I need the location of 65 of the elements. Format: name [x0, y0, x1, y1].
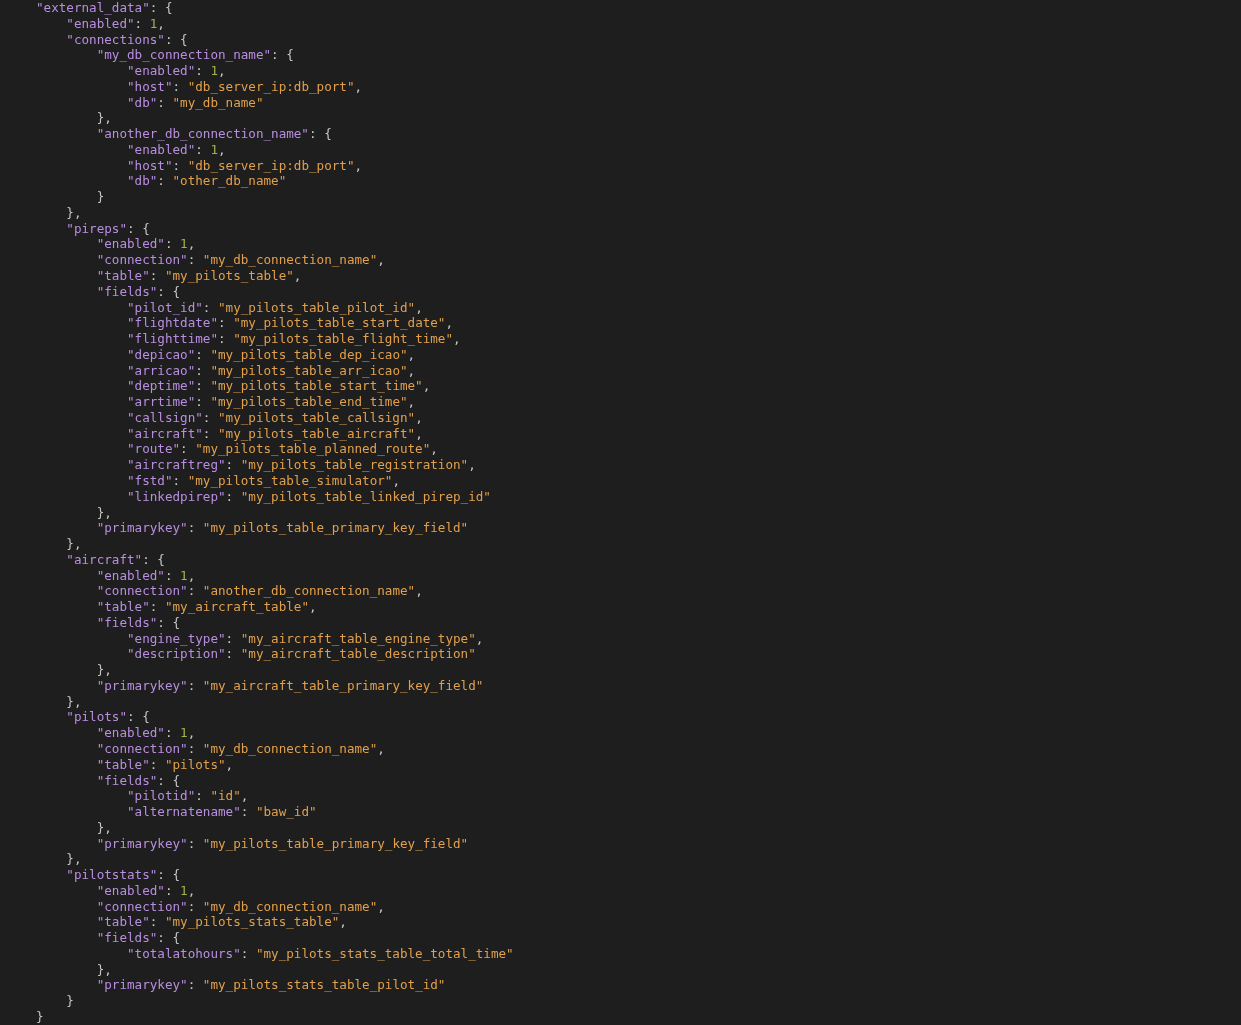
code-line: "fields": {: [96, 772, 181, 788]
code-line: }: [36, 1009, 44, 1024]
code-line: "enabled": 1,: [96, 725, 196, 741]
code-line: "alternatename": "baw_id": [127, 804, 317, 820]
code-line: },: [66, 851, 82, 867]
code-line: "deptime": "my_pilots_table_start_time",: [127, 378, 431, 394]
code-line: "pilotstats": {: [66, 867, 181, 883]
code-line: "table": "my_aircraft_table",: [96, 599, 317, 615]
code-line: "enabled": 1,: [127, 63, 226, 79]
code-line: "aircraft": "my_pilots_table_aircraft",: [127, 425, 423, 441]
code-line: "connection": "my_db_connection_name",: [96, 741, 385, 756]
code-line: "arrtime": "my_pilots_table_end_time",: [127, 394, 416, 410]
code-line: "connections": {: [66, 31, 188, 47]
code-line: "fields": {: [96, 930, 181, 946]
code-line: "connection": "my_db_connection_name",: [96, 252, 385, 268]
code-line: "connection": "my_db_connection_name",: [96, 898, 385, 914]
code-line: }: [96, 189, 105, 205]
code-line: "connection": "another_db_connection_name",: [96, 583, 423, 599]
code-line: "fields": {: [96, 614, 181, 630]
code-line: },: [96, 819, 112, 835]
code-line: "depicao": "my_pilots_table_dep_icao",: [127, 346, 416, 362]
code-line: }: [66, 993, 74, 1009]
code-line: "enabled": 1,: [127, 141, 226, 157]
code-line: },: [66, 693, 82, 709]
code-line: "route": "my_pilots_table_planned_route",: [127, 441, 438, 457]
code-line: "my_db_connection_name": {: [96, 47, 294, 63]
code-line: "flightdate": "my_pilots_table_start_date",: [127, 315, 454, 331]
code-line: "primarykey": "my_pilots_table_primary_key_field": [96, 835, 469, 851]
code-line: "aircraft": {: [66, 551, 165, 567]
code-line: "aircraftreg": "my_pilots_table_registration",: [127, 457, 476, 473]
code-line: "enabled": 1,: [96, 236, 196, 252]
code-line: "totalatohours": "my_pilots_stats_table_total_time": [127, 945, 514, 961]
code-line: "flighttime": "my_pilots_table_flight_time",: [127, 331, 461, 347]
code-line: "pilotid": "id",: [127, 788, 249, 804]
code-line: },: [66, 536, 82, 552]
code-line: "db": "other_db_name": [127, 173, 287, 189]
code-line: "enabled": 1,: [96, 882, 196, 898]
code-line: },: [96, 110, 112, 126]
code-line: "pilots": {: [66, 709, 150, 725]
code-line: },: [96, 504, 112, 520]
code-line: "table": "my_pilots_stats_table",: [96, 914, 347, 930]
code-line: "arricao": "my_pilots_table_arr_icao",: [127, 362, 416, 378]
code-line: "engine_type": "my_aircraft_table_engine_type",: [127, 630, 484, 646]
code-line: "description": "my_aircraft_table_description": [127, 646, 476, 662]
code-line: },: [66, 204, 82, 220]
code-line: "db": "my_db_name": [127, 94, 264, 110]
code-line: "linkedpirep": "my_pilots_table_linked_pirep_id": [127, 488, 491, 504]
code-line: "table": "pilots",: [96, 756, 234, 772]
code-line: "pireps": {: [66, 220, 150, 236]
code-line: "callsign": "my_pilots_table_callsign",: [127, 409, 423, 425]
code-line: },: [96, 961, 112, 977]
code-line: "another_db_connection_name": {: [96, 126, 332, 142]
code-line: "external_data": {: [36, 0, 173, 15]
code-line: "fields": {: [96, 283, 181, 299]
code-line: "enabled": 1,: [96, 567, 196, 583]
code-line: "fstd": "my_pilots_table_simulator",: [127, 472, 400, 488]
code-line: "pilot_id": "my_pilots_table_pilot_id",: [127, 299, 423, 315]
code-line: "primarykey": "my_pilots_table_primary_key_field": [96, 520, 469, 536]
code-line: "enabled": 1,: [66, 15, 165, 31]
code-line: },: [96, 662, 112, 678]
code-line: "host": "db_server_ip:db_port",: [127, 78, 363, 94]
code-line: "table": "my_pilots_table",: [96, 268, 302, 283]
code-line: "primarykey": "my_aircraft_table_primary_key_field": [96, 677, 484, 693]
code-line: "host": "db_server_ip:db_port",: [127, 157, 363, 173]
code-line: "primarykey": "my_pilots_stats_table_pilot_id": [96, 977, 446, 993]
